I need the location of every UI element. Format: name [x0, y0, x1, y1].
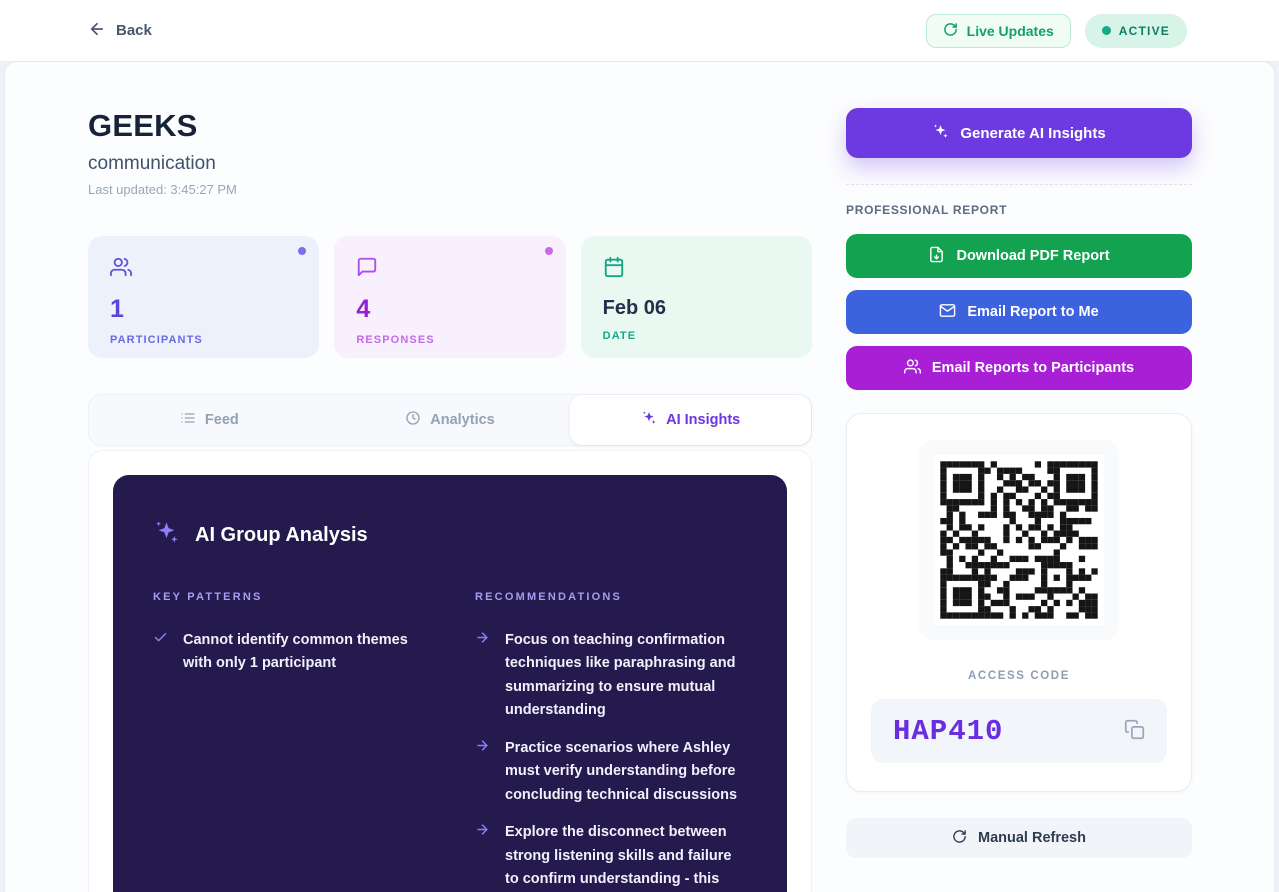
- users-icon: [904, 358, 921, 379]
- access-code-label: ACCESS CODE: [968, 670, 1070, 682]
- access-code-value: HAP410: [893, 715, 1003, 748]
- qr-code-image: [934, 455, 1104, 625]
- manual-refresh-button[interactable]: Manual Refresh: [846, 818, 1192, 858]
- ai-card-title: AI Group Analysis: [195, 524, 368, 547]
- chat-bubble-icon: [356, 265, 378, 282]
- mail-icon: [939, 302, 956, 323]
- header-actions: Live Updates ACTIVE: [926, 14, 1187, 48]
- date-label: DATE: [603, 330, 790, 342]
- sidebar: Generate AI Insights PROFESSIONAL REPORT…: [846, 108, 1192, 892]
- arrow-right-icon: [475, 738, 490, 807]
- download-pdf-label: Download PDF Report: [956, 248, 1109, 264]
- last-updated-text: Last updated: 3:45:27 PM: [88, 182, 812, 197]
- sparkles-icon: [641, 410, 657, 430]
- page-title: GEEKS: [88, 108, 812, 144]
- check-icon: [153, 630, 168, 676]
- recommendation-item: Focus on teaching confirmation technique…: [475, 629, 747, 723]
- participants-stat-card: 1 PARTICIPANTS: [88, 236, 319, 358]
- email-report-to-me-button[interactable]: Email Report to Me: [846, 290, 1192, 334]
- responses-stat-card: 4 RESPONSES: [334, 236, 565, 358]
- tab-content-card: AI Group Analysis KEY PATTERNS Cannot id…: [88, 450, 812, 892]
- sparkles-icon: [153, 519, 180, 551]
- access-code-box: HAP410: [871, 699, 1167, 763]
- tab-analytics-label: Analytics: [430, 412, 494, 428]
- analytics-clock-icon: [405, 410, 421, 430]
- qr-access-card: ACCESS CODE HAP410: [846, 413, 1192, 792]
- email-report-to-me-label: Email Report to Me: [967, 304, 1098, 320]
- back-button[interactable]: Back: [88, 20, 152, 42]
- qr-code-container: [919, 440, 1119, 640]
- file-download-icon: [928, 246, 945, 267]
- refresh-icon: [943, 22, 958, 40]
- divider: [846, 184, 1192, 185]
- tab-ai-insights[interactable]: AI Insights: [570, 395, 811, 445]
- arrow-right-icon: [475, 630, 490, 723]
- copy-icon: [1124, 728, 1145, 743]
- tab-feed-label: Feed: [205, 412, 239, 428]
- professional-report-heading: PROFESSIONAL REPORT: [846, 203, 1192, 217]
- tab-bar: Feed Analytics AI Insights: [88, 394, 812, 446]
- ai-card-header: AI Group Analysis: [153, 519, 747, 551]
- recommendations-heading: RECOMMENDATIONS: [475, 591, 747, 603]
- notification-dot-icon: [545, 247, 553, 255]
- live-updates-label: Live Updates: [967, 23, 1054, 39]
- arrow-right-icon: [475, 822, 490, 892]
- date-value: Feb 06: [603, 297, 790, 320]
- status-label: ACTIVE: [1119, 24, 1170, 38]
- live-updates-button[interactable]: Live Updates: [926, 14, 1071, 48]
- page-subtitle: communication: [88, 153, 812, 175]
- ai-group-analysis-card: AI Group Analysis KEY PATTERNS Cannot id…: [113, 475, 787, 892]
- status-badge: ACTIVE: [1085, 14, 1187, 48]
- users-icon: [110, 265, 132, 282]
- calendar-icon: [603, 265, 625, 282]
- stats-row: 1 PARTICIPANTS 4 RESPONSES Feb 06 DATE: [88, 236, 812, 358]
- main-column: GEEKS communication Last updated: 3:45:2…: [88, 108, 812, 892]
- recommendations-column: RECOMMENDATIONS Focus on teaching confir…: [475, 591, 747, 892]
- recommendation-item: Practice scenarios where Ashley must ver…: [475, 737, 747, 807]
- manual-refresh-label: Manual Refresh: [978, 830, 1086, 846]
- generate-ai-insights-label: Generate AI Insights: [960, 125, 1105, 142]
- copy-button[interactable]: [1124, 719, 1145, 743]
- top-bar: Back Live Updates ACTIVE: [0, 0, 1279, 62]
- key-patterns-heading: KEY PATTERNS: [153, 591, 425, 603]
- tab-feed[interactable]: Feed: [89, 395, 330, 445]
- status-dot-icon: [1102, 26, 1111, 35]
- tab-ai-insights-label: AI Insights: [666, 412, 740, 428]
- responses-label: RESPONSES: [356, 334, 543, 346]
- recommendation-text: Explore the disconnect between strong li…: [505, 821, 747, 892]
- key-patterns-column: KEY PATTERNS Cannot identify common them…: [153, 591, 425, 892]
- arrow-left-icon: [88, 20, 106, 42]
- recommendation-text: Focus on teaching confirmation technique…: [505, 629, 747, 723]
- email-reports-to-participants-button[interactable]: Email Reports to Participants: [846, 346, 1192, 390]
- recommendation-item: Explore the disconnect between strong li…: [475, 821, 747, 892]
- responses-count: 4: [356, 295, 543, 324]
- page-card: GEEKS communication Last updated: 3:45:2…: [5, 62, 1274, 892]
- tab-analytics[interactable]: Analytics: [330, 395, 571, 445]
- report-buttons: Download PDF Report Email Report to Me E…: [846, 234, 1192, 390]
- key-pattern-item: Cannot identify common themes with only …: [153, 629, 425, 676]
- refresh-icon: [952, 829, 967, 848]
- feed-list-icon: [180, 410, 196, 430]
- participants-count: 1: [110, 295, 297, 324]
- participants-label: PARTICIPANTS: [110, 334, 297, 346]
- download-pdf-button[interactable]: Download PDF Report: [846, 234, 1192, 278]
- back-label: Back: [116, 22, 152, 39]
- sparkles-icon: [932, 123, 949, 144]
- notification-dot-icon: [298, 247, 306, 255]
- date-stat-card: Feb 06 DATE: [581, 236, 812, 358]
- recommendation-text: Practice scenarios where Ashley must ver…: [505, 737, 747, 807]
- ai-columns: KEY PATTERNS Cannot identify common them…: [153, 591, 747, 892]
- key-pattern-text: Cannot identify common themes with only …: [183, 629, 425, 676]
- generate-ai-insights-button[interactable]: Generate AI Insights: [846, 108, 1192, 158]
- email-reports-to-participants-label: Email Reports to Participants: [932, 360, 1134, 376]
